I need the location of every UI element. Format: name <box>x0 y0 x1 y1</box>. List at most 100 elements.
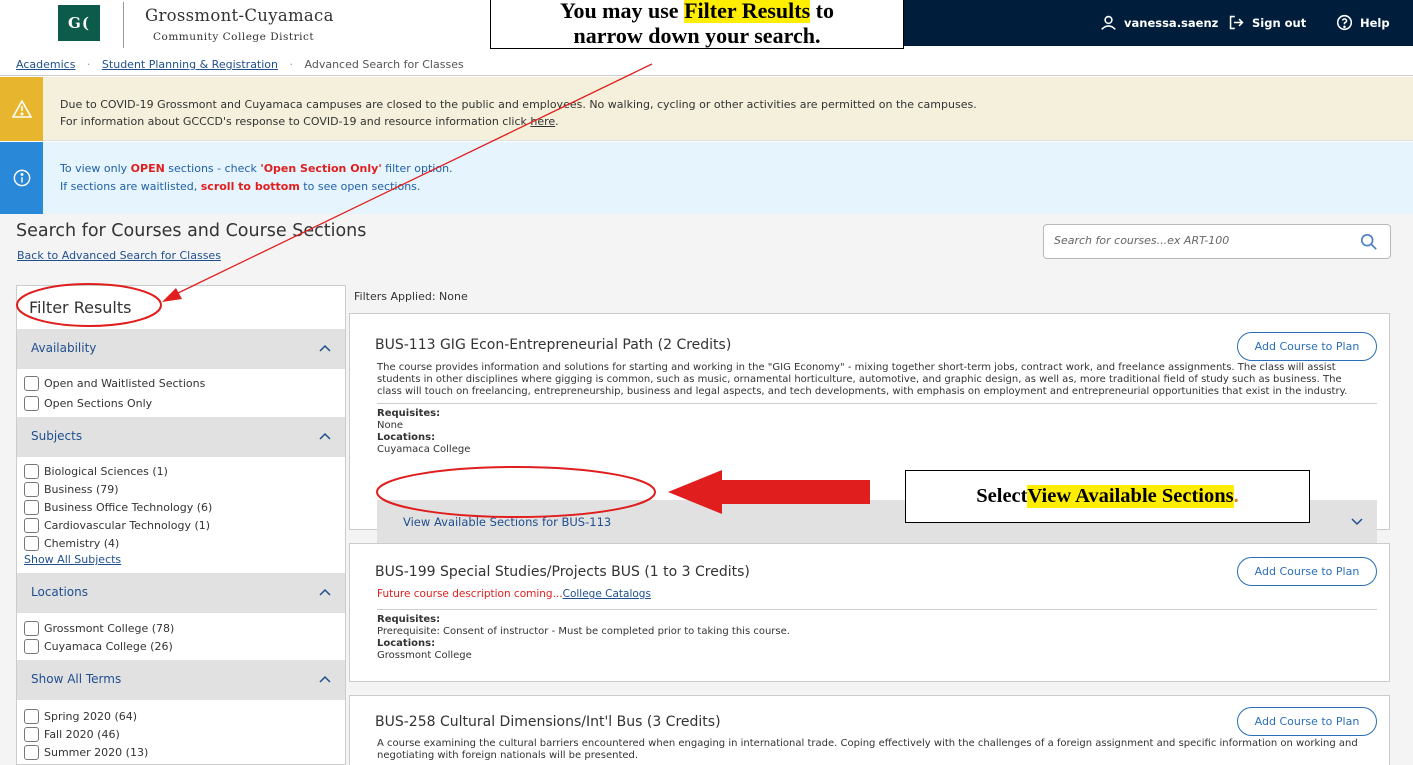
locations-label: Locations: <box>377 638 436 649</box>
breadcrumb-student-planning[interactable]: Student Planning & Registration <box>102 58 278 71</box>
filter-tip-line2: narrow down your search. <box>573 23 821 48</box>
sign-out-icon <box>1229 15 1244 30</box>
breadcrumb: Academics · Student Planning & Registrat… <box>0 55 1413 76</box>
filter-section-availability[interactable]: Availability <box>17 329 345 369</box>
chevron-up-icon <box>319 675 331 683</box>
filter-section-locations[interactable]: Locations <box>17 573 345 613</box>
course-description: A course examining the cultural barriers… <box>377 738 1358 761</box>
add-course-to-plan-button[interactable]: Add Course to Plan <box>1237 707 1377 736</box>
checkbox[interactable] <box>24 536 39 551</box>
filter-tip-callout: You may use Filter Results to narrow dow… <box>490 0 904 49</box>
requisites-value: Prerequisite: Consent of instructor - Mu… <box>377 626 790 637</box>
user-menu[interactable]: vanessa.saenz <box>1100 14 1218 31</box>
checkbox[interactable] <box>24 639 39 654</box>
filter-option-subject[interactable]: Business (79) <box>24 482 119 497</box>
chevron-up-icon <box>319 588 331 596</box>
view-available-sections-link[interactable]: View Available Sections for BUS-113 <box>403 515 611 529</box>
course-title: BUS-258 Cultural Dimensions/Int'l Bus (3… <box>375 714 721 730</box>
filter-tip-line1: You may use Filter Results to <box>560 0 834 23</box>
filter-section-terms[interactable]: Show All Terms <box>17 660 345 700</box>
help-link[interactable]: Help <box>1336 14 1390 31</box>
logo-subname: Community College District <box>153 31 315 43</box>
sign-out-label: Sign out <box>1252 15 1307 30</box>
checkbox[interactable] <box>24 727 39 742</box>
checkbox[interactable] <box>24 621 39 636</box>
logo-name: Grossmont-Cuyamaca <box>145 6 334 25</box>
open-sections-info-banner: To view only OPEN sections - check 'Open… <box>0 142 1413 214</box>
sign-out-link[interactable]: Sign out <box>1228 14 1306 31</box>
info-text: To view only OPEN sections - check 'Open… <box>60 160 453 196</box>
chevron-up-icon <box>319 344 331 352</box>
info-line2: If sections are waitlisted, scroll to bo… <box>60 180 421 193</box>
filter-results-panel: Filter Results Availability Open and Wai… <box>16 285 346 765</box>
filter-option-subject[interactable]: Biological Sciences (1) <box>24 464 168 479</box>
warning-line1: Due to COVID-19 Grossmont and Cuyamaca c… <box>60 98 977 111</box>
filter-results-title: Filter Results <box>29 298 132 317</box>
logo-divider <box>123 2 124 48</box>
filter-option-open-waitlisted[interactable]: Open and Waitlisted Sections <box>24 376 205 391</box>
breadcrumb-current: Advanced Search for Classes <box>304 58 464 71</box>
checkbox[interactable] <box>24 376 39 391</box>
filter-option-subject[interactable]: Chemistry (4) <box>24 536 119 551</box>
checkbox[interactable] <box>24 745 39 760</box>
chevron-up-icon <box>319 432 331 440</box>
info-accent <box>0 142 43 214</box>
warning-line2: For information about GCCCD's response t… <box>60 115 559 128</box>
filter-section-label: Locations <box>31 585 89 599</box>
show-all-subjects-link[interactable]: Show All Subjects <box>24 553 121 566</box>
view-sections-callout: Select View Available Sections. <box>905 470 1310 523</box>
user-icon <box>1101 15 1116 30</box>
breadcrumb-academics[interactable]: Academics <box>16 58 75 71</box>
filter-option-open-only[interactable]: Open Sections Only <box>24 396 152 411</box>
checkbox[interactable] <box>24 518 39 533</box>
warning-accent <box>0 77 43 141</box>
requisites-label: Requisites: <box>377 408 441 419</box>
locations-value: Cuyamaca College <box>377 444 471 455</box>
help-icon <box>1336 14 1353 31</box>
college-catalogs-link[interactable]: College Catalogs <box>563 588 651 600</box>
filter-option-subject[interactable]: Business Office Technology (6) <box>24 500 212 515</box>
requisites-label: Requisites: <box>377 614 441 625</box>
course-title: BUS-199 Special Studies/Projects BUS (1 … <box>375 564 750 580</box>
locations-value: Grossmont College <box>377 650 472 661</box>
filter-option-subject[interactable]: Cardiovascular Technology (1) <box>24 518 210 533</box>
checkbox[interactable] <box>24 500 39 515</box>
user-navbar: vanessa.saenz Sign out Help <box>870 0 1413 46</box>
divider <box>377 609 1377 610</box>
filter-option-term[interactable]: Spring 2020 (64) <box>24 709 137 724</box>
logo-mark: G( <box>68 14 90 32</box>
chevron-down-icon[interactable] <box>1351 518 1363 526</box>
help-label: Help <box>1360 15 1390 30</box>
course-description: The course provides information and solu… <box>377 362 1348 397</box>
page: G( Grossmont-Cuyamaca Community College … <box>0 0 1413 765</box>
back-to-advanced-search-link[interactable]: Back to Advanced Search for Classes <box>17 249 221 262</box>
filter-option-location[interactable]: Cuyamaca College (26) <box>24 639 173 654</box>
district-logo[interactable]: G( <box>58 5 100 41</box>
filters-applied: Filters Applied: None <box>354 290 468 303</box>
future-description-notice: Future course description coming...Colle… <box>377 588 651 600</box>
page-title: Search for Courses and Course Sections <box>16 221 367 241</box>
filter-option-term[interactable]: Summer 2020 (13) <box>24 745 148 760</box>
checkbox[interactable] <box>24 396 39 411</box>
course-search-input[interactable] <box>1054 234 1344 247</box>
add-course-to-plan-button[interactable]: Add Course to Plan <box>1237 332 1377 361</box>
add-course-to-plan-button[interactable]: Add Course to Plan <box>1237 557 1377 586</box>
filter-section-label: Show All Terms <box>31 672 122 686</box>
requisites-value: None <box>377 420 404 431</box>
filter-section-label: Availability <box>31 341 97 355</box>
covid-info-link[interactable]: here <box>530 115 555 128</box>
filter-option-location[interactable]: Grossmont College (78) <box>24 621 174 636</box>
checkbox[interactable] <box>24 464 39 479</box>
checkbox[interactable] <box>24 482 39 497</box>
breadcrumb-separator: · <box>289 58 294 71</box>
course-title: BUS-113 GIG Econ-Entrepreneurial Path (2… <box>375 337 732 353</box>
filter-section-subjects[interactable]: Subjects <box>17 417 345 457</box>
locations-label: Locations: <box>377 432 436 443</box>
checkbox[interactable] <box>24 709 39 724</box>
divider <box>377 403 1377 404</box>
filter-option-term[interactable]: Fall 2020 (46) <box>24 727 120 742</box>
covid-warning-banner: Due to COVID-19 Grossmont and Cuyamaca c… <box>0 77 1413 141</box>
breadcrumb-separator: · <box>86 58 91 71</box>
search-icon[interactable] <box>1360 233 1378 251</box>
course-card-bus-258: BUS-258 Cultural Dimensions/Int'l Bus (3… <box>349 695 1390 765</box>
